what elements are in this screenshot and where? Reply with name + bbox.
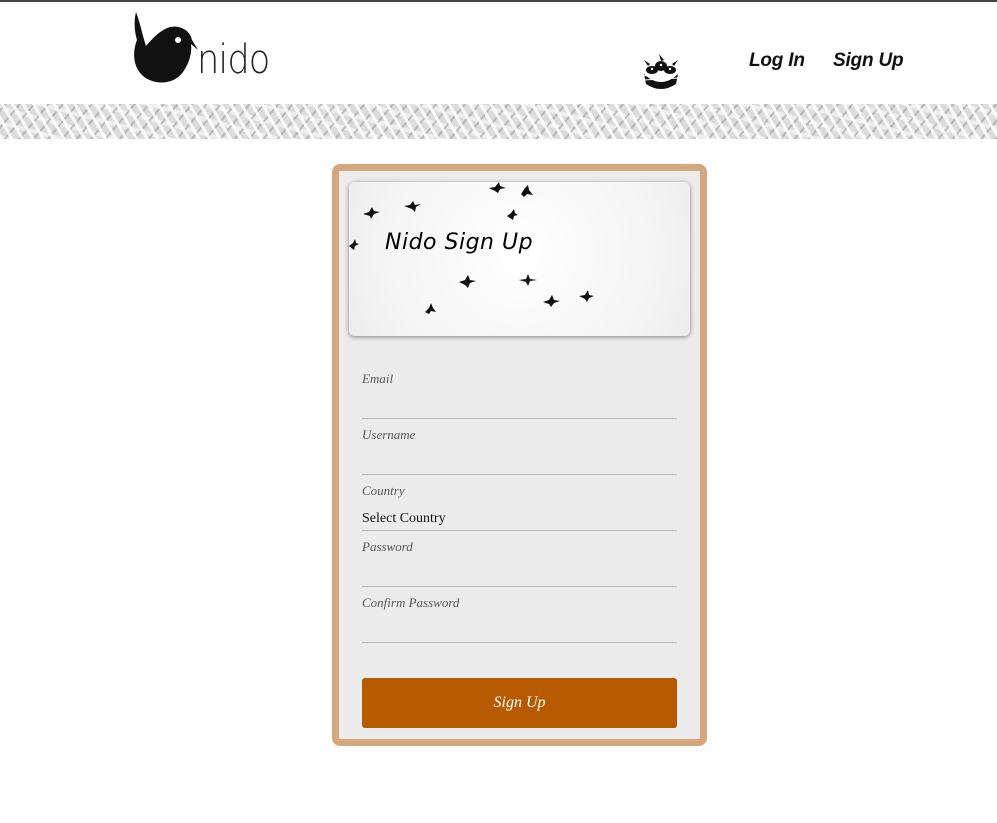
nido-logo[interactable]: nido	[128, 10, 270, 90]
confirm-password-field[interactable]: Confirm Password	[362, 595, 677, 643]
signup-card: Nido Sign Up Email Username Country Sele…	[332, 164, 707, 746]
bird-logo-icon	[134, 12, 198, 83]
email-field[interactable]: Email	[362, 371, 677, 419]
decorative-feather-banner	[0, 104, 997, 139]
signup-hero-image: Nido Sign Up	[349, 182, 690, 336]
flying-birds-icon	[349, 182, 594, 314]
username-field[interactable]: Username	[362, 427, 677, 475]
username-input[interactable]	[362, 456, 677, 472]
country-label: Country	[362, 483, 405, 498]
email-label: Email	[362, 371, 394, 386]
confirm-password-input[interactable]	[362, 624, 677, 640]
password-label: Password	[362, 539, 413, 554]
nest-icon	[640, 54, 682, 90]
confirm-password-label: Confirm Password	[362, 595, 460, 610]
logo-text: nido	[197, 37, 270, 83]
nav-login-link[interactable]: Log In	[749, 50, 805, 72]
country-field[interactable]: Country Select Country	[362, 483, 677, 531]
email-input[interactable]	[362, 400, 677, 416]
signup-title: Nido Sign Up	[385, 230, 534, 255]
sign-up-button[interactable]: Sign Up	[362, 678, 677, 728]
nav-signup-link[interactable]: Sign Up	[833, 50, 904, 72]
username-label: Username	[362, 427, 416, 442]
country-select[interactable]: Select Country	[362, 511, 446, 527]
password-field[interactable]: Password	[362, 539, 677, 587]
password-input[interactable]	[362, 568, 677, 584]
